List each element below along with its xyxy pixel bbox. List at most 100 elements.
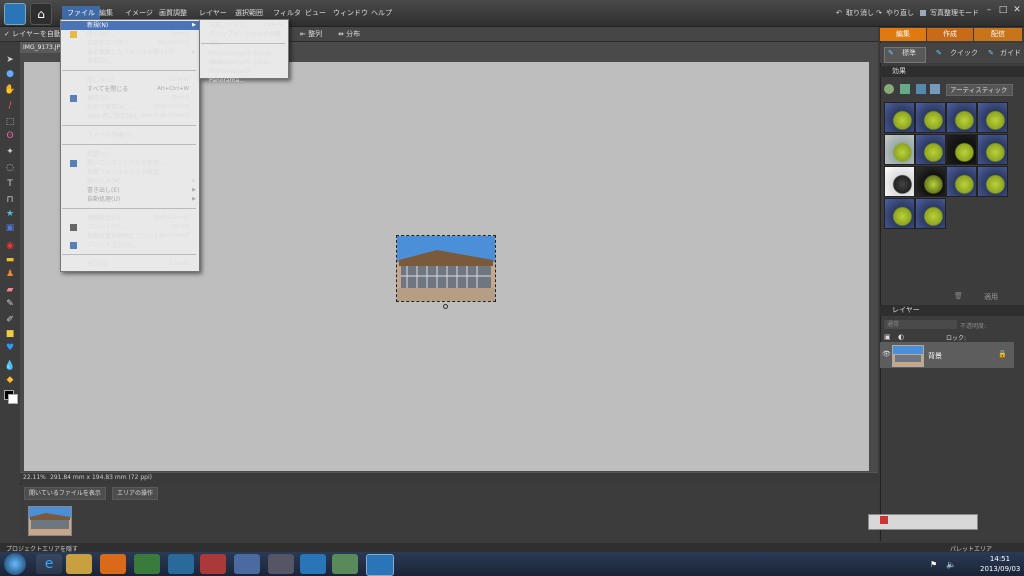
image-layer[interactable] (396, 235, 496, 302)
explorer-icon[interactable] (66, 554, 92, 574)
photoshop-elements-editor-icon[interactable] (366, 554, 394, 576)
eraser-tool-icon[interactable]: ▰ (3, 284, 17, 296)
menu-item-save[interactable]: 保存(S) Ctrl+S (61, 94, 199, 103)
menu-item-save-for-web[interactable]: Web 用に保存(W)... Alt+Shift+Ctrl+S (61, 112, 199, 121)
clone-stamp-tool-icon[interactable]: ♟ (3, 268, 17, 280)
blend-mode-select[interactable]: 通常 (884, 320, 957, 329)
minimize-icon[interactable]: – (982, 3, 996, 17)
smart-brush-tool-icon[interactable]: ✐ (3, 314, 17, 326)
straighten-tool-icon[interactable]: ▣ (3, 222, 17, 234)
start-button-icon[interactable] (4, 553, 26, 575)
organizer-icon[interactable] (920, 10, 926, 16)
undo-button[interactable]: 取り消し (846, 6, 874, 20)
healing-brush-tool-icon[interactable]: ▬ (3, 254, 17, 266)
menu-item-automation[interactable]: 自動処理(U) ▶ (61, 195, 199, 204)
blur-tool-icon[interactable]: 💧 (3, 360, 17, 372)
taskbar-clock[interactable]: 14:51 2013/09/03 (980, 554, 1020, 574)
submenu-item-blank-file[interactable]: 白紙ファイル... Ctrl+N (200, 21, 288, 30)
paint-bucket-tool-icon[interactable]: ■ (3, 328, 17, 340)
effect-thumb[interactable] (946, 166, 977, 197)
effect-thumb[interactable] (884, 166, 915, 197)
menu-item-open-as[interactable]: 指定形式で開く... Alt+Ctrl+O (61, 39, 199, 48)
effect-thumb[interactable] (977, 166, 1008, 197)
menu-image[interactable]: イメージ (120, 6, 158, 20)
align-button[interactable]: ⇤ 整列 (300, 29, 322, 39)
type-tool-icon[interactable]: T (3, 178, 17, 190)
effect-thumb[interactable] (884, 102, 915, 133)
app-icon[interactable] (234, 554, 260, 574)
subtab-full[interactable]: 標準 (902, 45, 916, 61)
rotate-handle[interactable] (443, 304, 448, 309)
brush-tool-icon[interactable]: ✎ (3, 298, 17, 310)
zoom-level[interactable]: 22.11% (23, 474, 46, 481)
bin-actions-button[interactable]: エリアの操作 (112, 487, 159, 500)
menu-item-place[interactable]: 配置(L)... (61, 150, 199, 159)
submenu-item-group-shot[interactable]: Photomerge® Group Shot... (200, 49, 288, 66)
subtab-quick[interactable]: クイック (950, 45, 978, 61)
submenu-item-faces[interactable]: Photomerge® Faces... (200, 58, 288, 67)
visibility-eye-icon[interactable]: 👁 (882, 350, 891, 358)
crop-tool-icon[interactable]: ⊓ (3, 194, 17, 206)
menu-help[interactable]: ヘルプ (366, 6, 397, 20)
hand-tool-icon[interactable]: ✋ (3, 84, 17, 96)
undo-icon[interactable]: ↶ (836, 6, 842, 20)
bin-thumbnail[interactable] (28, 506, 72, 536)
new-layer-icon[interactable]: ▣ (884, 333, 891, 341)
tab-create[interactable]: 作成 (927, 28, 973, 41)
menu-item-file-info[interactable]: ファイル情報(F)... (61, 131, 199, 140)
app-icon[interactable] (134, 554, 160, 574)
effects-category-select[interactable]: アーティスティック (946, 84, 1013, 96)
notification-flag-icon[interactable]: ⚑ (930, 560, 937, 569)
menu-item-export[interactable]: 書き出し(E) ▶ (61, 186, 199, 195)
layer-styles-icon[interactable] (900, 84, 910, 94)
menu-item-print[interactable]: プリント(P)... Ctrl+P (61, 223, 199, 232)
menu-item-close[interactable]: 閉じる(C) Ctrl+W (61, 76, 199, 85)
app-icon[interactable] (168, 554, 194, 574)
all-effects-icon[interactable] (930, 84, 940, 94)
app-icon[interactable] (200, 554, 226, 574)
show-files-dropdown[interactable]: 開いているファイルを表示 (24, 487, 106, 500)
menu-item-new[interactable]: 新規(N) ▶ (61, 21, 199, 30)
menu-enhance[interactable]: 画質調整 (154, 6, 192, 20)
menu-view[interactable]: ビュー (300, 6, 331, 20)
effect-thumb[interactable] (977, 134, 1008, 165)
redo-icon[interactable]: ↷ (876, 6, 882, 20)
background-color-swatch[interactable] (8, 394, 18, 404)
zoom-tool-icon[interactable]: ● (3, 68, 17, 80)
effect-thumb[interactable] (946, 134, 977, 165)
quick-select-tool-icon[interactable]: ◌ (3, 162, 17, 174)
menu-item-order-prints[interactable]: プリント注文(O)... (61, 241, 199, 250)
menu-item-import[interactable]: 読み込み(M) ▶ (61, 177, 199, 186)
effect-thumb[interactable] (977, 102, 1008, 133)
submenu-item-from-clipboard[interactable]: クリップボードからの画像(D) (200, 30, 288, 47)
menu-select[interactable]: 選択範囲 (230, 6, 268, 20)
effect-thumb[interactable] (884, 134, 915, 165)
menu-item-page-setup[interactable]: 用紙設定(G)... Shift+Ctrl+P (61, 214, 199, 223)
apply-effect-button[interactable]: 適用 (984, 292, 998, 302)
marquee-tool-icon[interactable]: ⬚ (3, 116, 17, 128)
menu-item-duplicate[interactable]: 複製(D)... (61, 57, 199, 66)
close-icon[interactable]: ✕ (1010, 3, 1024, 17)
effect-thumb[interactable] (915, 166, 946, 197)
trash-icon[interactable]: 🗑 (954, 292, 963, 300)
menu-item-print-multiple[interactable]: 複数写真を同時にプリント... Alt+Ctrl+P (61, 232, 199, 241)
ie-icon[interactable]: e (36, 554, 62, 574)
distribute-button[interactable]: ⇹ 分布 (338, 29, 360, 39)
effect-thumb[interactable] (946, 102, 977, 133)
shape-tool-icon[interactable]: ♥ (3, 342, 17, 354)
lasso-tool-icon[interactable]: ʘ (3, 130, 17, 142)
layer-name[interactable]: 背景 (928, 351, 942, 361)
eyedropper-tool-icon[interactable]: / (3, 100, 17, 112)
tab-edit[interactable]: 編集 (880, 28, 926, 41)
sponge-tool-icon[interactable]: ◆ (3, 374, 17, 386)
menu-edit[interactable]: 編集 (94, 6, 118, 20)
menu-item-open[interactable]: 開く(O)... Ctrl+O (61, 30, 199, 39)
effect-thumb[interactable] (915, 102, 946, 133)
ime-icon[interactable] (880, 516, 888, 524)
app-logo-icon[interactable] (4, 3, 26, 25)
menu-item-exit[interactable]: 終了(X) Ctrl+Q (61, 260, 199, 269)
menu-layer[interactable]: レイヤー (194, 6, 232, 20)
app-icon[interactable] (332, 554, 358, 574)
menu-item-organize-open[interactable]: 開いているファイルを整理... (61, 159, 199, 168)
maximize-icon[interactable]: □ (996, 3, 1010, 17)
